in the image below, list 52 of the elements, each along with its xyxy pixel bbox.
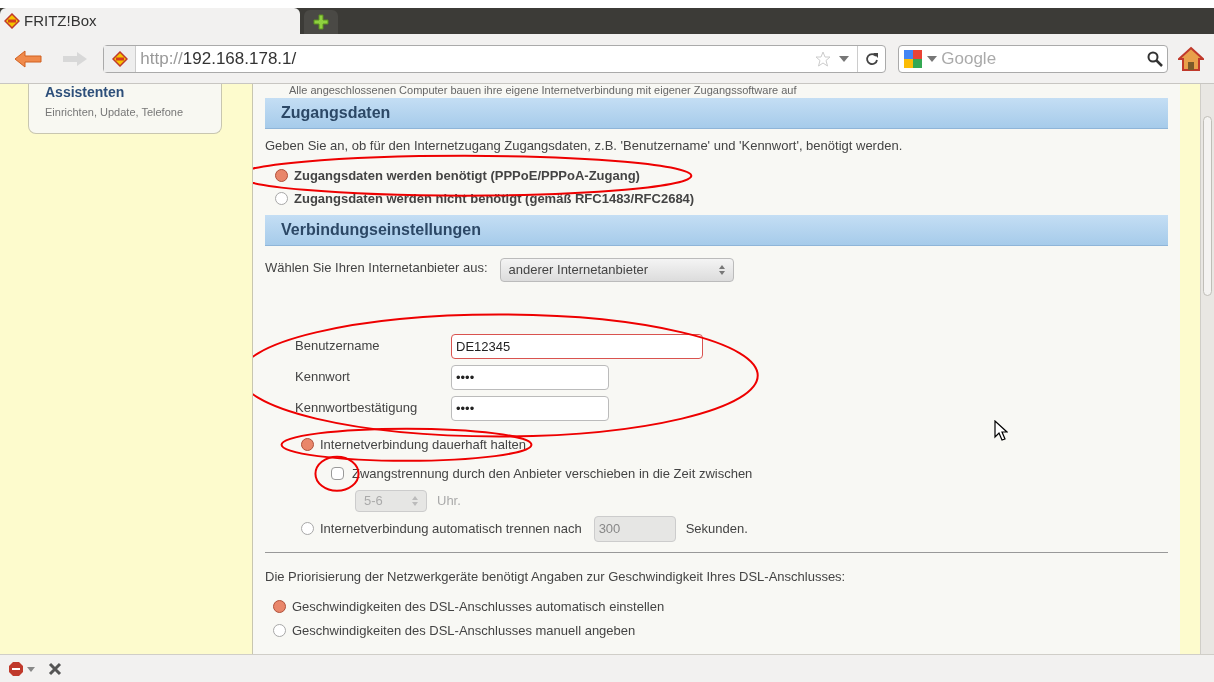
section-header: Zugangsdaten [265,98,1168,129]
field-label: Wählen Sie Ihren Internetanbieter aus: [265,258,488,277]
unit-label: Sekunden. [685,519,748,538]
stop-sign-icon[interactable] [8,660,36,677]
radio-label: Geschwindigkeiten des DSL-Anschlusses manuell angeben [292,621,636,640]
scrollbar[interactable] [1200,84,1214,654]
cursor-icon [994,420,1008,442]
intro-text: Alle angeschlossenen Computer bauen ihre eigene Internetverbindung mit eigener Zugangssoftware auf [288,84,798,96]
sidebar-title[interactable]: Assistenten [45,84,205,100]
search-field[interactable]: Google [941,45,1144,72]
radio-label: Zugangsdaten werden benötigt (PPPoE/PPPoA-Zugang) [294,166,640,185]
address-bar[interactable]: http://192.168.178.1/ [103,44,887,73]
browser-tab[interactable]: FRITZ!Box [0,8,300,34]
radio-label: Internetverbindung dauerhaft halten [320,435,526,454]
radio-button[interactable] [273,623,286,637]
field-label: Kennwortbestätigung [295,399,419,418]
new-tab-button[interactable] [304,10,338,34]
caret-icon [927,55,938,62]
search-bar[interactable]: Google [898,44,1169,73]
radio-button-selected[interactable] [301,437,314,451]
search-engine-icon [903,48,924,69]
scrollbar-thumb[interactable] [1203,116,1212,296]
radio-button-selected[interactable] [273,600,286,614]
search-icon [1147,50,1164,67]
provider-dropdown[interactable]: anderer Internetanbieter [499,257,734,282]
description-text: Die Priorisierung der Netzwerkgeräte benötigt Angaben zur Geschwindigkeit Ihres DSL-Anschlusses: [265,567,847,586]
radio-label: Internetverbindung automatisch trennen nach [320,519,582,538]
close-icon[interactable] [48,661,62,676]
text-field[interactable]: •••• [451,395,609,421]
field-label: Kennwort [295,368,351,387]
spinner-arrows-icon [718,264,725,275]
home-icon [1178,45,1205,72]
plus-icon [313,14,329,30]
url-text: http://192.168.178.1/ [140,47,298,70]
back-arrow-icon [12,48,43,69]
unit-label: Uhr. [437,491,461,510]
spinner-arrows-icon [412,495,418,506]
radio-label: Geschwindigkeiten des DSL-Anschlusses automatisch einstellen [292,598,665,616]
text-field[interactable]: DE12345 [451,333,703,359]
radio-button[interactable] [275,192,288,206]
sidebar-subtitle: Einrichten, Update, Telefone [45,105,184,120]
reload-icon [864,51,879,66]
caret-icon[interactable] [839,55,850,62]
logo-icon [111,50,128,67]
site-identity-button[interactable] [104,45,137,72]
description-text: Geben Sie an, ob für den Internetzugang Zugangsdaten, z.B. 'Benutzername' und 'Kennwort', benötigt werden. [265,137,904,155]
text-field[interactable]: •••• [451,364,609,390]
section-header: Verbindungseinstellungen [265,214,1168,246]
star-icon [815,50,832,67]
logo-icon [4,13,20,29]
radio-button-selected[interactable] [275,168,288,182]
field-label: Benutzername [295,337,381,356]
